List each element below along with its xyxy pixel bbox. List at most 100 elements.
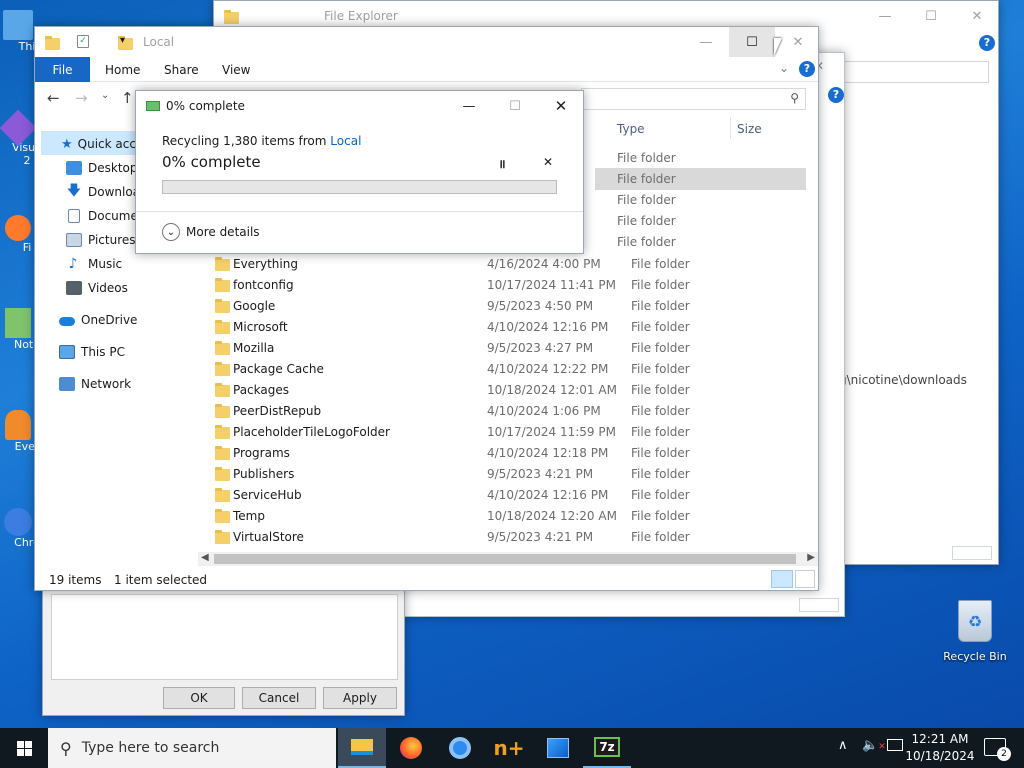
table-row[interactable]: Programs 4/10/2024 12:18 PM File folder [215,442,825,463]
table-row[interactable]: VirtualStore 9/5/2023 4:21 PM File folder [215,526,825,547]
chevron-down-icon[interactable]: ⌄ [779,61,789,75]
table-row[interactable]: Microsoft 4/10/2024 12:16 PM File folder [215,316,825,337]
properties-dialog[interactable]: OK Cancel Apply [42,575,405,716]
table-row[interactable]: Everything 4/16/2024 4:00 PM File folder [215,253,825,274]
back-path-text: g\nicotine\downloads [839,373,967,387]
nav-onedrive[interactable]: OneDrive [59,309,137,331]
help-icon[interactable]: ? [979,35,995,51]
table-row[interactable]: Temp 10/18/2024 12:20 AM File folder [215,505,825,526]
recycle-bin[interactable]: ♻ Recycle Bin [940,600,1010,663]
download-icon: 🡇 [66,183,82,199]
nav-this-pc[interactable]: This PC [59,341,125,363]
search-placeholder: Type here to search [81,740,220,756]
folder-icon [215,467,230,481]
explorer-titlebar[interactable]: ✓ ▾ Local — ☐ ✕ [35,27,818,57]
tab-view[interactable]: View [222,63,250,77]
pictures-icon [66,233,82,247]
nav-desktop[interactable]: Desktop [66,157,138,179]
nav-network[interactable]: Network [59,373,131,395]
column-header-type[interactable]: Type [617,122,645,136]
column-header-size[interactable]: Size [737,122,762,136]
recent-locations-icon[interactable]: ⌄ [101,90,109,101]
maximize-button[interactable]: ☐ [492,91,538,121]
folder-icon [215,383,230,397]
source-folder-link[interactable]: Local [330,134,361,148]
taskbar-file-explorer[interactable] [338,728,386,768]
up-arrow-icon[interactable]: ↑ [121,89,134,107]
table-row[interactable]: ServiceHub 4/10/2024 12:16 PM File folder [215,484,825,505]
help-icon[interactable]: ? [828,87,844,103]
folder-icon [215,341,230,355]
table-row[interactable]: Package Cache 4/10/2024 12:22 PM File fold… [215,358,825,379]
large-icons-view-button[interactable] [795,570,815,588]
tab-file[interactable]: File [35,57,90,82]
taskbar-search-box[interactable]: ⚲ Type here to search [48,728,336,768]
pause-button[interactable]: ॥ [492,155,512,173]
progress-bar [162,180,557,194]
music-icon: ♪ [68,256,78,272]
horizontal-scrollbar[interactable]: ◀ ▶ [198,552,818,566]
table-row[interactable]: fontconfig 10/17/2024 11:41 PM File folder [215,274,825,295]
maximize-button[interactable]: ☐ [729,27,775,57]
progress-dialog[interactable]: 0% complete — ☐ ✕ Recycling 1,380 items … [135,90,584,254]
start-button[interactable] [0,728,48,768]
video-icon [66,281,82,295]
taskbar-notepad-plus[interactable]: n+ [485,728,533,768]
hidden-row-type: File folder [617,214,676,228]
back-search-box[interactable] [839,61,989,83]
tab-share[interactable]: Share [164,63,199,77]
clock[interactable]: 12:21 AM 10/18/2024 [905,731,975,765]
document-icon [68,209,80,223]
table-row[interactable]: Publishers 9/5/2023 4:21 PM File folder [215,463,825,484]
nav-music[interactable]: ♪ Music [66,253,123,275]
table-row[interactable]: Google 9/5/2023 4:50 PM File folder [215,295,825,316]
taskbar-7zip[interactable]: 7z [583,728,631,768]
details-view-button[interactable] [771,570,793,588]
scroll-right-icon[interactable]: ▶ [807,552,815,563]
file-list: Everything 4/16/2024 4:00 PM File folder f… [215,253,815,547]
properties-icon[interactable]: ✓ [77,35,89,48]
taskbar-firefox[interactable] [387,728,435,768]
table-row[interactable]: Mozilla 9/5/2023 4:27 PM File folder [215,337,825,358]
chevron-down-icon[interactable]: ▾ [120,35,125,46]
back-view-buttons[interactable] [952,546,992,560]
middle-view-buttons[interactable] [799,598,839,612]
folder-icon [215,488,230,502]
nav-videos[interactable]: Videos [66,277,128,299]
ok-button[interactable]: OK [163,687,235,709]
minimize-button[interactable]: — [683,27,729,57]
tab-home[interactable]: Home [105,63,140,77]
hidden-row-type: File folder [617,151,676,165]
cancel-button[interactable]: Cancel [242,687,316,709]
show-hidden-icons[interactable]: ∧ [838,738,848,753]
table-row[interactable]: Packages 10/18/2024 12:01 AM File folder [215,379,825,400]
minimize-button[interactable]: — [862,1,908,31]
help-icon[interactable]: ? [799,61,815,77]
back-arrow-icon[interactable]: ← [47,89,60,107]
volume-muted-icon[interactable]: 🔈✕ [862,738,886,753]
scroll-thumb[interactable] [214,554,796,564]
more-details-button[interactable]: ⌄ More details [162,223,260,241]
maximize-button[interactable]: ☐ [908,1,954,31]
monitor-icon [3,10,33,40]
close-button[interactable]: ✕ [538,91,584,121]
cancel-operation-button[interactable]: ✕ [538,155,558,173]
table-row[interactable]: PlaceholderTileLogoFolder 10/17/2024 11:5… [215,421,825,442]
table-row[interactable]: PeerDistRepub 4/10/2024 1:06 PM File folde… [215,400,825,421]
scroll-left-icon[interactable]: ◀ [201,552,209,563]
hidden-row-type: File folder [617,193,676,207]
ribbon: File Home Share View ⌄ ? [35,57,818,82]
notification-center-button[interactable]: 2 [984,738,1011,761]
taskbar-chromium[interactable] [436,728,484,768]
firefox-icon [400,737,422,759]
close-button[interactable]: ✕ [954,1,1000,31]
apply-button[interactable]: Apply [323,687,397,709]
forward-arrow-icon[interactable]: → [75,89,88,107]
minimize-button[interactable]: — [446,91,492,121]
nav-pictures[interactable]: Pictures [66,229,136,251]
search-box[interactable]: ⚲ [581,88,806,110]
clock-time: 12:21 AM [911,732,969,746]
network-icon[interactable] [887,739,903,751]
notification-badge: 2 [997,747,1011,761]
taskbar-photos[interactable] [534,728,582,768]
